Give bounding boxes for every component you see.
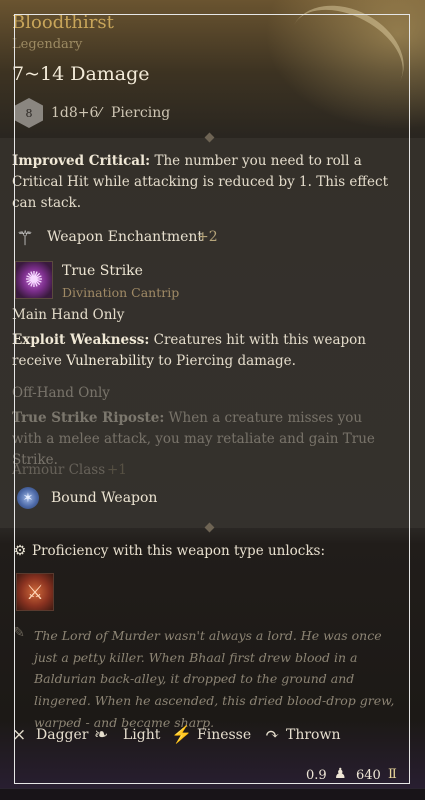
finesse-icon: ⚡ [171, 725, 193, 745]
enchantment-icon: ⚚ [16, 226, 34, 250]
riposte-label: True Strike Riposte: [12, 410, 165, 426]
item-rarity: Legendary [12, 37, 83, 52]
lore-feather-icon: ✎ [13, 625, 25, 641]
weapon-enchantment-label[interactable]: Weapon Enchantment [47, 229, 203, 245]
dagger-piercing-icon: ⁄ [99, 106, 102, 121]
property-finesse[interactable]: Finesse [197, 727, 251, 743]
spell-school: Divination Cantrip [62, 285, 180, 300]
exploit-weakness-desc-2: receive [12, 353, 62, 369]
damage-range: 7~14 Damage [12, 63, 150, 85]
exploit-weakness-desc: Creatures hit with this weapon [153, 332, 366, 348]
item-name: Bloodthirst [12, 12, 114, 33]
exploit-weakness-desc-3: to Piercing damage. [158, 353, 296, 369]
improved-critical-label: Improved Critical: [12, 153, 151, 169]
bound-weapon-icon: ✶ [17, 487, 39, 509]
property-light[interactable]: Light [123, 727, 160, 743]
lore-text: The Lord of Murder wasn't always a lord.… [34, 628, 395, 730]
spell-name[interactable]: True Strike [62, 263, 143, 279]
die-value: 8 [25, 106, 33, 120]
property-dagger[interactable]: Dagger [36, 727, 88, 743]
bound-weapon-label[interactable]: Bound Weapon [51, 490, 157, 506]
thrown-icon: ↷ [265, 725, 280, 745]
exploit-weakness-text: Exploit Weakness: Creatures hit with thi… [12, 330, 392, 372]
true-strike-icon[interactable]: ✺ [15, 261, 53, 299]
item-tooltip: Bloodthirst Legendary 7~14 Damage 8 1d8+… [0, 0, 425, 800]
weight-icon: ♟ [334, 766, 347, 782]
off-hand-only-label: Off-Hand Only [12, 385, 110, 401]
main-hand-only-label: Main Hand Only [12, 307, 125, 323]
vulnerability-link[interactable]: Vulnerability [66, 353, 154, 369]
item-weight: 0.9 [306, 768, 327, 783]
property-thrown[interactable]: Thrown [286, 727, 340, 743]
armour-class-label: Armour Class [12, 462, 106, 478]
armour-class-bonus: +1 [107, 462, 127, 478]
item-value: 640 [356, 768, 381, 783]
improved-critical-text: Improved Critical: The number you need t… [12, 151, 392, 214]
damage-roll: 1d8+6 [51, 105, 99, 121]
damage-type: Piercing [111, 105, 171, 121]
bottom-bar [0, 788, 425, 800]
proficiency-label: Proficiency with this weapon type unlock… [32, 543, 326, 559]
exploit-weakness-label: Exploit Weakness: [12, 332, 150, 348]
weapon-action-icon[interactable]: ⚔ [16, 573, 54, 611]
proficiency-icon: ⚙ [13, 543, 27, 559]
d8-die-icon: 8 [15, 98, 43, 128]
dagger-icon: ⨯ [12, 725, 27, 745]
gold-icon: Ⅱ [388, 767, 397, 782]
feather-light-icon: ❧ [94, 725, 109, 745]
weapon-enchantment-bonus: +2 [197, 229, 218, 245]
